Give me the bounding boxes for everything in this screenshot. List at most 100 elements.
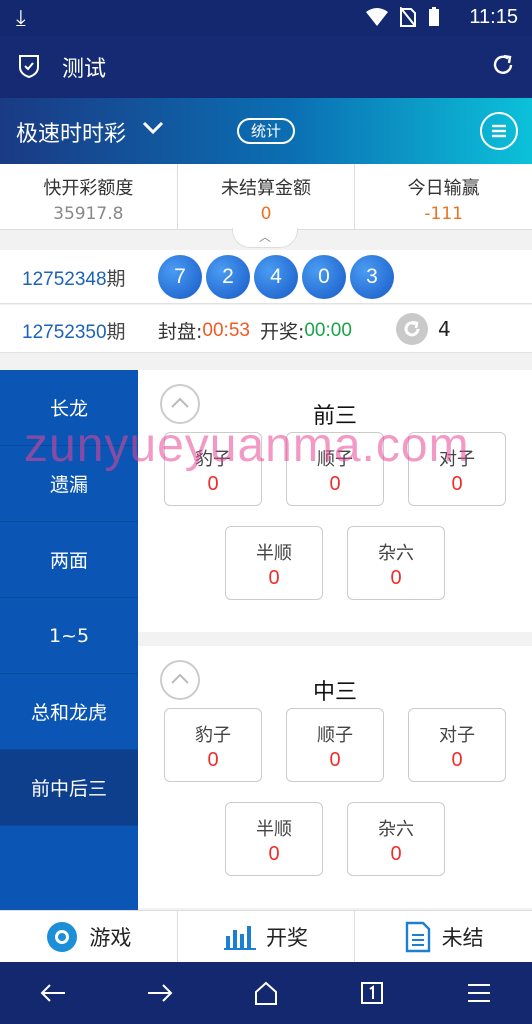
option-name: 豹子 <box>195 449 231 470</box>
status-bar: ⤓ 11:15 <box>0 0 532 36</box>
tab-game[interactable]: 游戏 <box>0 911 178 962</box>
chevron-up-icon: ︿ <box>258 230 271 244</box>
issue-suffix: 期 <box>106 268 126 290</box>
game-name[interactable]: 极速时时彩 <box>16 116 126 148</box>
bet-option[interactable]: 杂六 0 <box>347 526 445 600</box>
tab-draw-results[interactable]: 开奖 <box>178 911 356 962</box>
option-value: 0 <box>268 843 280 865</box>
result-ball: 4 <box>254 255 298 299</box>
sidebar-item-front-mid-back[interactable]: 前中后三 <box>0 750 138 826</box>
issue-number: 12752350 <box>22 322 107 343</box>
option-name: 杂六 <box>378 543 414 564</box>
tab-unsettled[interactable]: 未结 <box>355 911 532 962</box>
hamburger-icon <box>492 124 506 138</box>
browser-nav-bar <box>0 962 532 1024</box>
option-name: 豹子 <box>195 725 231 746</box>
download-icon: ⤓ <box>16 6 26 31</box>
collapse-toggle[interactable]: ︿ <box>232 228 298 248</box>
sidebar-item-two-sides[interactable]: 两面 <box>0 522 138 598</box>
option-value: 0 <box>451 473 463 495</box>
tabs-icon <box>361 982 384 1004</box>
category-sidebar: 长龙 遗漏 两面 1~5 总和龙虎 前中后三 <box>0 370 138 910</box>
summary-label: 未结算金额 <box>221 178 311 199</box>
bet-panels: 前三 豹子 0 顺子 0 对子 0 半顺 0 杂六 0 中三 豹子 0 顺子 0… <box>138 370 532 910</box>
bet-option[interactable]: 对子 0 <box>408 432 506 506</box>
no-sim-icon <box>400 7 416 27</box>
result-balls: 7 2 4 0 3 <box>158 255 394 299</box>
game-selector-bar: 极速时时彩 统计 <box>0 98 532 164</box>
option-name: 顺子 <box>317 449 353 470</box>
result-ball: 7 <box>158 255 202 299</box>
tab-label: 开奖 <box>266 925 308 950</box>
refresh-icon[interactable] <box>490 52 516 78</box>
battery-icon <box>429 7 439 26</box>
tabs-button[interactable] <box>352 973 392 1013</box>
summary-label: 今日输赢 <box>407 178 480 199</box>
issue-number: 12752348 <box>22 269 107 290</box>
close-countdown: 00:53 <box>202 319 250 341</box>
bet-option[interactable]: 半顺 0 <box>225 526 323 600</box>
arrow-left-icon <box>40 984 66 1002</box>
bet-option[interactable]: 杂六 0 <box>347 802 445 876</box>
menu-button[interactable] <box>459 973 499 1013</box>
summary-credit: 快开彩额度 35917.8 <box>0 164 178 229</box>
reload-count: 4 <box>438 317 451 341</box>
panel-title: 中三 <box>312 680 357 705</box>
title-bar: 测试 <box>0 36 532 98</box>
reload-button[interactable] <box>396 313 428 345</box>
bet-option[interactable]: 豹子 0 <box>164 432 262 506</box>
option-value: 0 <box>390 843 402 865</box>
arrow-right-icon <box>147 984 172 1002</box>
current-draw-issue: 12752350期 <box>22 317 126 344</box>
wifi-icon <box>366 8 388 26</box>
summary-value: 0 <box>260 204 272 224</box>
option-name: 半顺 <box>256 819 292 840</box>
summary-today: 今日输赢 -111 <box>355 164 532 229</box>
sidebar-item-sum-dragon-tiger[interactable]: 总和龙虎 <box>0 674 138 750</box>
current-draw-row: 12752350期 封盘: 00:53 开奖: 00:00 4 <box>0 305 532 353</box>
game-icon <box>47 921 78 952</box>
panel-front-three: 前三 豹子 0 顺子 0 对子 0 半顺 0 杂六 0 <box>138 370 532 632</box>
shield-icon[interactable] <box>18 54 40 78</box>
chevron-down-icon[interactable] <box>142 120 164 136</box>
tab-label: 未结 <box>441 925 484 950</box>
option-value: 0 <box>451 749 463 771</box>
sidebar-item-1-5[interactable]: 1~5 <box>0 598 138 674</box>
account-summary: 快开彩额度 35917.8 未结算金额 0 今日输赢 -111 <box>0 164 532 230</box>
open-countdown: 00:00 <box>304 319 352 341</box>
last-draw-issue: 12752348期 <box>22 264 126 291</box>
bar-chart-icon <box>224 925 256 950</box>
forward-button[interactable] <box>140 973 180 1013</box>
open-label: 开奖: <box>259 321 305 343</box>
status-icons <box>366 7 440 27</box>
option-value: 0 <box>329 473 341 495</box>
back-button[interactable] <box>33 973 73 1013</box>
menu-button[interactable] <box>480 112 518 150</box>
issue-suffix: 期 <box>106 321 126 343</box>
sidebar-item-long-dragon[interactable]: 长龙 <box>0 370 138 446</box>
home-button[interactable] <box>246 973 286 1013</box>
bet-option[interactable]: 豹子 0 <box>164 708 262 782</box>
hamburger-icon <box>467 984 490 1002</box>
bet-option[interactable]: 顺子 0 <box>286 432 384 506</box>
refresh-icon <box>404 320 420 337</box>
last-draw-row: 12752348期 7 2 4 0 3 <box>0 250 532 304</box>
option-name: 顺子 <box>317 725 353 746</box>
option-name: 半顺 <box>256 543 292 564</box>
panel-middle-three: 中三 豹子 0 顺子 0 对子 0 半顺 0 杂六 0 <box>138 646 532 908</box>
bet-option[interactable]: 半顺 0 <box>225 802 323 876</box>
tab-label: 游戏 <box>89 925 132 950</box>
option-value: 0 <box>329 749 341 771</box>
home-icon <box>254 981 277 1005</box>
statistics-button[interactable]: 统计 <box>237 118 295 144</box>
countdown: 封盘: 00:53 开奖: 00:00 <box>158 317 352 344</box>
option-name: 对子 <box>439 725 475 746</box>
option-value: 0 <box>207 473 219 495</box>
page-title: 测试 <box>62 57 107 82</box>
bet-option[interactable]: 对子 0 <box>408 708 506 782</box>
bottom-tab-bar: 游戏 开奖 未结 <box>0 910 532 962</box>
result-ball: 2 <box>206 255 250 299</box>
sidebar-item-missing[interactable]: 遗漏 <box>0 446 138 522</box>
result-ball: 0 <box>302 255 346 299</box>
bet-option[interactable]: 顺子 0 <box>286 708 384 782</box>
